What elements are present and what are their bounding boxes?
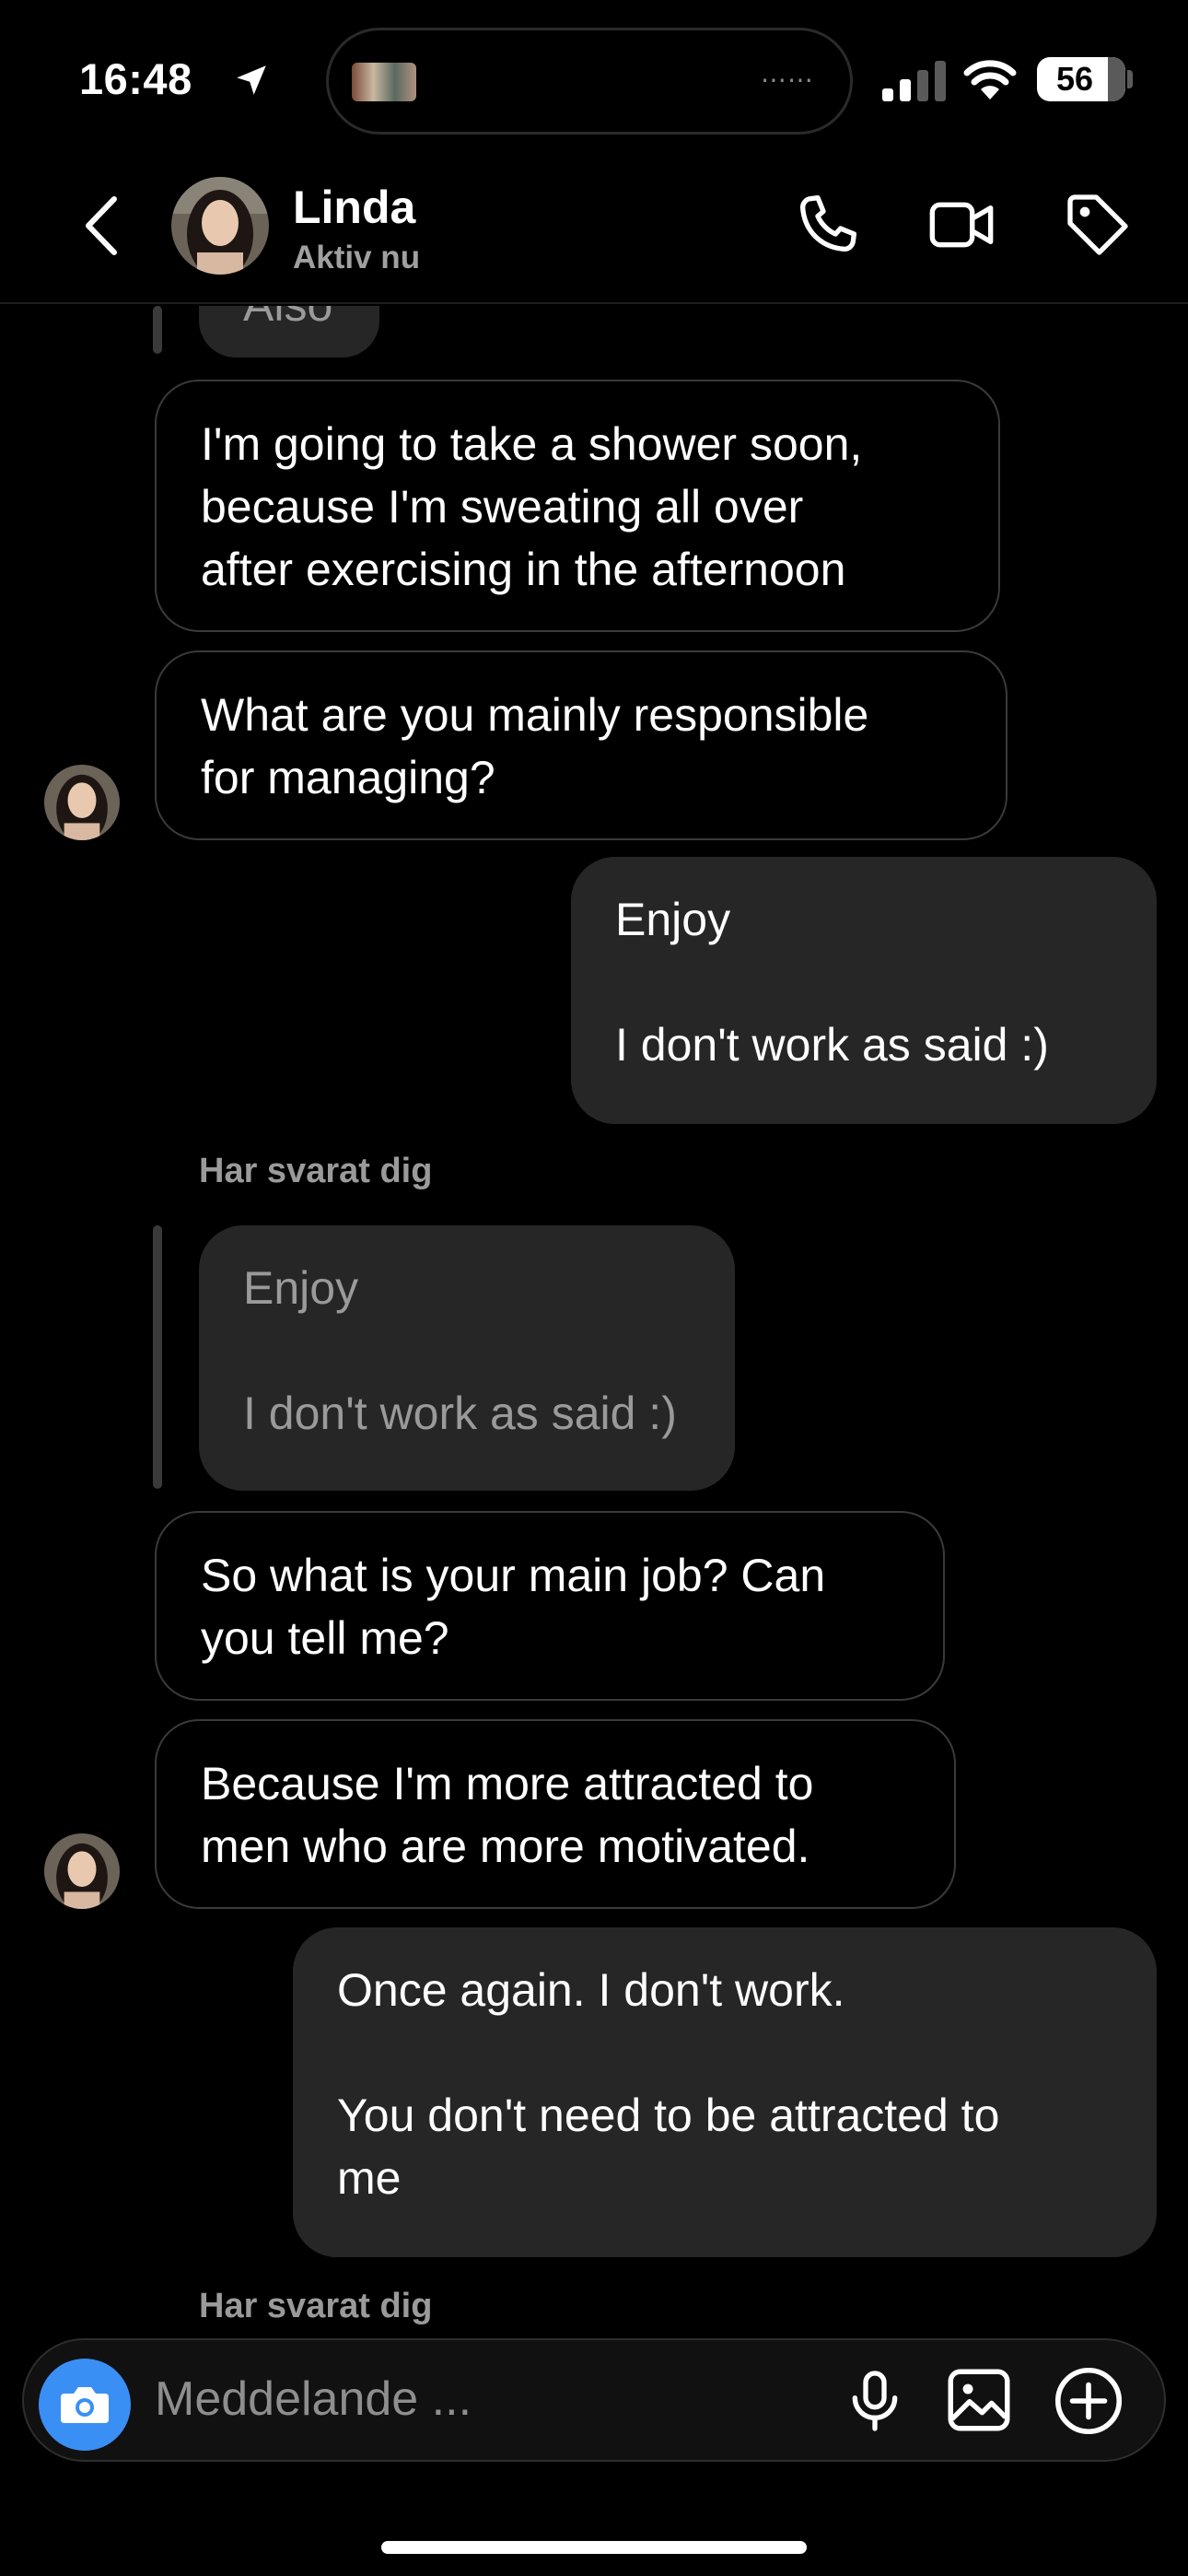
camera-icon <box>61 2387 109 2423</box>
back-chevron-icon[interactable] <box>79 193 125 258</box>
contact-avatar-small[interactable] <box>44 1833 120 1909</box>
incoming-message[interactable]: Because I'm more attracted to men who ar… <box>155 1719 956 1909</box>
home-indicator[interactable] <box>381 2541 807 2554</box>
battery-cap <box>1127 70 1133 88</box>
contact-avatar[interactable] <box>171 177 269 275</box>
battery-percentage: 56 <box>1055 60 1094 98</box>
incoming-message[interactable]: I'm going to take a shower soon, because… <box>155 380 1000 632</box>
location-arrow-icon <box>237 65 266 95</box>
island-activity-dots: ⋯⋯ <box>761 65 814 94</box>
header-divider <box>0 302 1188 304</box>
contact-status: Aktiv nu <box>293 240 421 275</box>
outgoing-message[interactable]: Once again. I don't work. You don't need… <box>293 1927 1157 2257</box>
microphone-icon[interactable] <box>838 2364 912 2438</box>
phone-icon[interactable] <box>790 188 864 262</box>
outgoing-message[interactable]: Enjoy I don't work as said :) <box>571 857 1157 1124</box>
quote-bar <box>153 1225 162 1489</box>
quote-bar <box>153 306 162 354</box>
reply-indicator: Har svarat dig <box>199 2287 433 2325</box>
contact-name[interactable]: Linda <box>293 181 415 234</box>
media-thumbnail <box>352 63 416 101</box>
battery-icon: 56 <box>1037 57 1125 101</box>
status-time: 16:48 <box>79 54 192 103</box>
quoted-message-partial[interactable]: Also <box>199 306 379 357</box>
quoted-message[interactable]: Enjoy I don't work as said :) <box>199 1225 735 1491</box>
contact-avatar-small[interactable] <box>44 765 120 840</box>
incoming-message[interactable]: What are you mainly responsible for mana… <box>155 650 1007 840</box>
image-icon[interactable] <box>941 2362 1017 2438</box>
tag-icon[interactable] <box>1061 188 1135 262</box>
incoming-message[interactable]: So what is your main job? Can you tell m… <box>155 1511 945 1701</box>
wifi-icon <box>963 60 1017 100</box>
reply-indicator: Har svarat dig <box>199 1152 433 1190</box>
camera-button[interactable] <box>39 2359 131 2451</box>
quoted-text-partial: Also <box>199 306 379 332</box>
add-circle-icon[interactable] <box>1050 2362 1127 2440</box>
video-icon[interactable] <box>925 188 998 262</box>
message-input[interactable]: Meddelande ... <box>155 2371 472 2427</box>
signal-icon <box>882 61 946 101</box>
